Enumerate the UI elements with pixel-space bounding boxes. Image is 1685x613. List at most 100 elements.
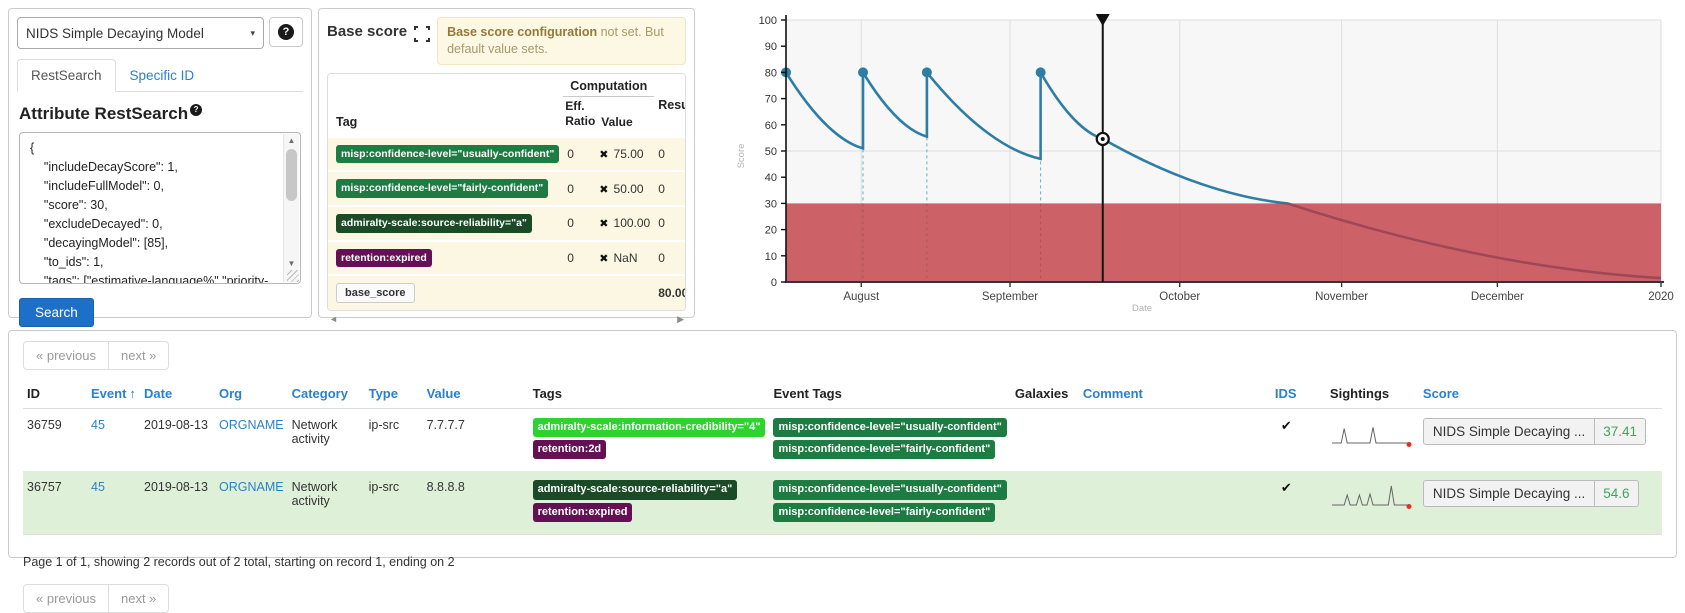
col-type[interactable]: Type (365, 380, 423, 409)
svg-text:September: September (982, 291, 1038, 303)
horizontal-scrollbar[interactable]: ◄ ▶ (327, 311, 686, 325)
base-score-table: Tag Computation Result Eff. Ratio Value … (328, 74, 686, 310)
cell-type: ip-src (365, 471, 423, 534)
multiply-icon: ✖ (599, 253, 608, 265)
col-computation: Computation (563, 74, 654, 97)
score-model-name: NIDS Simple Decaying ... (1424, 481, 1595, 506)
cell-galaxies (1011, 409, 1079, 472)
cell-category: Network activity (288, 409, 365, 472)
score-badge: NIDS Simple Decaying ... 54.6 (1423, 480, 1639, 507)
svg-text:Date: Date (1132, 303, 1152, 314)
col-value[interactable]: Value (423, 380, 529, 409)
col-tags: Tags (529, 380, 770, 409)
col-galaxies: Galaxies (1011, 380, 1079, 409)
col-org[interactable]: Org (215, 380, 288, 409)
base-score-header: Base score Base score configuration not … (327, 17, 686, 65)
col-event-tags: Event Tags (769, 380, 1010, 409)
col-tag: Tag (328, 74, 563, 137)
expand-icon[interactable] (414, 26, 430, 42)
cell-value: 8.8.8.8 (423, 471, 529, 534)
cell-date: 2019-08-13 (140, 409, 215, 472)
decay-score-chart[interactable]: 0102030405060708090100AugustSeptemberOct… (700, 6, 1677, 318)
previous-page-button[interactable]: « previous (23, 584, 109, 613)
base-score-row: misp:confidence-level="fairly-confident"… (328, 171, 686, 206)
svg-text:90: 90 (765, 41, 777, 53)
org-link[interactable]: ORGNAME (219, 480, 284, 494)
col-value: Value (595, 96, 654, 137)
base-score-warning: Base score configuration not set. But de… (437, 17, 686, 65)
textarea-scrollbar[interactable]: ▲ ▼ (283, 134, 299, 282)
col-result: Result (654, 74, 686, 137)
scroll-right-icon[interactable]: ▶ (677, 314, 684, 325)
multiply-icon: ✖ (599, 184, 608, 196)
cell-tags: admiralty-scale:information-credibility=… (529, 409, 770, 472)
value-cell: ✖NaN (595, 241, 654, 276)
sightings-sparkline (1330, 480, 1415, 512)
score-value: 37.41 (1595, 419, 1645, 444)
search-button[interactable]: Search (19, 298, 94, 327)
svg-text:100: 100 (759, 15, 777, 27)
base-score-panel: Base score Base score configuration not … (318, 8, 695, 318)
table-header-row: ID Event↑ Date Org Category Type Value T… (23, 380, 1662, 409)
tab-restsearch[interactable]: RestSearch (17, 59, 116, 92)
col-id: ID (23, 380, 87, 409)
col-comment[interactable]: Comment (1079, 380, 1271, 409)
tag-badge: misp:confidence-level="fairly-confident" (773, 440, 995, 459)
col-score[interactable]: Score (1419, 380, 1662, 409)
next-page-button[interactable]: next » (108, 584, 169, 613)
model-selector-row: NIDS Simple Decaying Model ▾ ? (17, 17, 303, 49)
attribute-row: 36757 45 2019-08-13 ORGNAME Network acti… (23, 471, 1662, 534)
decaying-model-select[interactable]: NIDS Simple Decaying Model ▾ (17, 17, 264, 49)
base-score-row: misp:confidence-level="usually-confident… (328, 137, 686, 172)
event-link[interactable]: 45 (91, 418, 105, 432)
base-score-total-row: base_score 80.00 (328, 275, 686, 310)
restsearch-query-text: { "includeDecayScore": 1, "includeFullMo… (20, 133, 300, 284)
previous-page-button[interactable]: « previous (23, 341, 109, 370)
base-score-table-wrap: Tag Computation Result Eff. Ratio Value … (327, 73, 686, 311)
tag-badge: misp:confidence-level="fairly-confident" (773, 503, 995, 522)
model-panel: NIDS Simple Decaying Model ▾ ? RestSearc… (8, 8, 312, 318)
cell-event-tags: misp:confidence-level="usually-confident… (769, 409, 1010, 472)
result-value: 0 (654, 137, 686, 172)
tag-badge: retention:expired (336, 249, 432, 268)
cell-id: 36757 (23, 471, 87, 534)
model-help-button[interactable]: ? (269, 17, 303, 47)
col-ids[interactable]: IDS (1271, 380, 1326, 409)
cell-galaxies (1011, 471, 1079, 534)
warning-bold-text: Base score configuration (447, 25, 597, 39)
col-event[interactable]: Event↑ (87, 380, 140, 409)
scroll-down-icon[interactable]: ▼ (284, 259, 299, 268)
base-score-result: 80.00 (654, 275, 686, 310)
cell-score: NIDS Simple Decaying ... 37.41 (1419, 409, 1662, 472)
col-category[interactable]: Category (288, 380, 365, 409)
cell-id: 36759 (23, 409, 87, 472)
svg-text:October: October (1159, 291, 1200, 303)
scroll-left-icon[interactable]: ◄ (329, 314, 338, 325)
result-value: 0 (654, 241, 686, 276)
tag-badge: retention:2d (533, 440, 607, 459)
col-date[interactable]: Date (140, 380, 215, 409)
restsearch-heading: Attribute RestSearch? (19, 104, 301, 124)
score-value: 54.6 (1595, 481, 1637, 506)
base-score-row: admiralty-scale:source-reliability="a" 0… (328, 206, 686, 241)
restsearch-query-input[interactable]: { "includeDecayScore": 1, "includeFullMo… (19, 132, 301, 284)
ids-check-icon: ✔ (1275, 480, 1292, 496)
next-page-button[interactable]: next » (108, 341, 169, 370)
attributes-table: ID Event↑ Date Org Category Type Value T… (23, 380, 1662, 535)
tab-specific-id[interactable]: Specific ID (116, 59, 209, 92)
org-link[interactable]: ORGNAME (219, 418, 284, 432)
scroll-up-icon[interactable]: ▲ (284, 136, 299, 145)
col-eff-ratio: Eff. Ratio (563, 96, 595, 137)
question-icon: ? (278, 24, 294, 40)
scrollbar-thumb[interactable] (286, 149, 297, 201)
event-link[interactable]: 45 (91, 480, 105, 494)
svg-text:30: 30 (765, 198, 777, 210)
cell-tags: admiralty-scale:source-reliability="a" r… (529, 471, 770, 534)
pagination-bottom: « previous next » (23, 584, 169, 613)
score-badge: NIDS Simple Decaying ... 37.41 (1423, 418, 1646, 445)
cell-event-tags: misp:confidence-level="usually-confident… (769, 471, 1010, 534)
resize-handle-icon[interactable] (287, 270, 299, 282)
value-cell: ✖50.00 (595, 171, 654, 206)
pagination-summary: Page 1 of 1, showing 2 records out of 2 … (23, 555, 1662, 569)
svg-text:80: 80 (765, 67, 777, 79)
